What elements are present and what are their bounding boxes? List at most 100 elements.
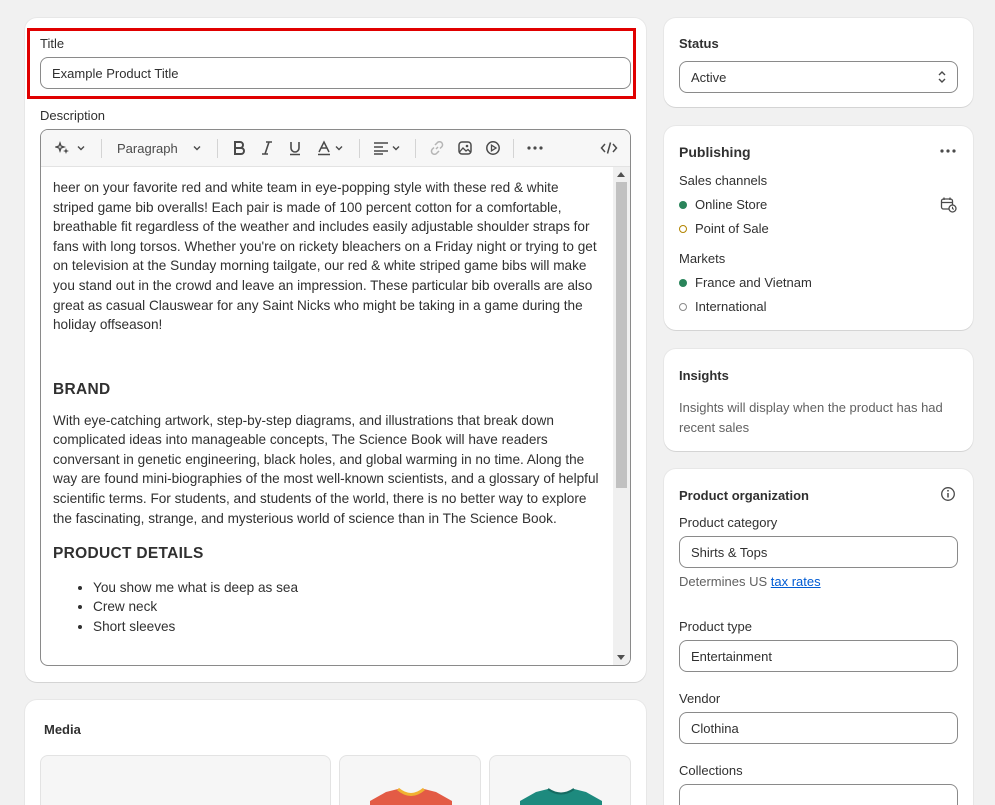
channel-point-of-sale: Point of Sale — [679, 221, 769, 236]
media-main-tile[interactable] — [40, 755, 331, 805]
pending-status-dot — [679, 224, 687, 233]
inactive-status-dot — [679, 302, 687, 311]
chevron-down-icon — [335, 146, 342, 151]
active-status-dot — [679, 278, 687, 287]
more-horizontal-icon — [527, 146, 543, 150]
brand-heading: BRAND — [53, 380, 111, 398]
more-formatting-button[interactable] — [523, 138, 547, 158]
chevron-down-icon — [77, 146, 84, 151]
publishing-title: Publishing — [679, 144, 751, 160]
market-france-vietnam: France and Vietnam — [679, 275, 812, 290]
product-type-input[interactable] — [679, 640, 958, 672]
tax-rates-link[interactable]: tax rates — [771, 574, 821, 589]
market-name: France and Vietnam — [695, 275, 812, 290]
teal-shirt-image — [520, 788, 602, 805]
insights-title: Insights — [679, 368, 729, 383]
editor-scrollbar[interactable] — [613, 167, 630, 665]
paragraph-format-label: Paragraph — [117, 140, 178, 156]
code-icon — [600, 142, 618, 154]
channel-online-store: Online Store — [679, 197, 767, 212]
product-details-heading: PRODUCT DETAILS — [53, 545, 204, 563]
brand-paragraph: With eye-catching artwork, step-by-step … — [53, 412, 599, 526]
collections-input[interactable] — [679, 784, 958, 805]
active-status-dot — [679, 200, 687, 209]
title-label: Title — [40, 36, 65, 51]
product-organization-title: Product organization — [679, 488, 809, 503]
red-shirt-image — [370, 787, 452, 805]
title-input[interactable] — [40, 57, 631, 89]
collections-label: Collections — [679, 763, 743, 778]
insert-link-button[interactable] — [427, 138, 447, 158]
bold-icon — [234, 141, 245, 155]
description-label: Description — [40, 108, 106, 123]
markets-label: Markets — [679, 251, 726, 266]
toolbar-divider — [415, 139, 416, 158]
market-name: International — [695, 299, 767, 314]
editor-content[interactable]: heer on your favorite red and white team… — [41, 167, 614, 665]
text-color-icon — [317, 140, 330, 156]
sales-channels-label: Sales channels — [679, 173, 768, 188]
publishing-card: Publishing Sales channels Online Store P… — [664, 126, 973, 330]
bold-button[interactable] — [229, 138, 249, 158]
category-help-prefix: Determines US — [679, 574, 771, 589]
toolbar-divider — [217, 139, 218, 158]
product-details-list: You show me what is deep as sea Crew nec… — [53, 578, 602, 637]
empty-line — [53, 335, 602, 355]
insert-image-button[interactable] — [455, 138, 475, 158]
vendor-label: Vendor — [679, 691, 721, 706]
paragraph-format-select[interactable]: Paragraph — [117, 138, 207, 158]
channel-name: Point of Sale — [695, 221, 769, 236]
product-category-label: Product category — [679, 515, 778, 530]
toolbar-divider — [359, 139, 360, 158]
list-item: You show me what is deep as sea — [93, 578, 602, 598]
media-card: Media — [25, 700, 646, 805]
product-details-card: Title Description Paragraph — [25, 18, 646, 682]
channel-name: Online Store — [695, 197, 768, 212]
description-editor: Paragraph heer on your favorite red and … — [40, 129, 631, 666]
status-select[interactable]: Active — [679, 61, 958, 93]
italic-icon — [262, 141, 272, 155]
media-thumbnail[interactable] — [489, 755, 631, 805]
underline-button[interactable] — [285, 138, 305, 158]
italic-button[interactable] — [257, 138, 277, 158]
editor-toolbar: Paragraph — [41, 130, 630, 167]
media-thumbnail[interactable] — [339, 755, 481, 805]
product-category-input[interactable] — [679, 536, 958, 568]
underline-icon — [290, 142, 300, 156]
more-horizontal-icon[interactable] — [940, 149, 956, 153]
chevron-down-icon — [392, 146, 400, 151]
text-color-button[interactable] — [313, 138, 347, 158]
play-circle-icon — [486, 141, 500, 155]
calendar-schedule-icon[interactable] — [940, 196, 957, 213]
toolbar-divider — [513, 139, 514, 158]
status-value: Active — [691, 69, 727, 85]
status-title: Status — [679, 36, 719, 51]
scrollbar-thumb[interactable] — [616, 182, 627, 488]
insights-text: Insights will display when the product h… — [679, 400, 943, 435]
info-icon[interactable] — [940, 486, 956, 502]
product-type-label: Product type — [679, 619, 752, 634]
ai-magic-button[interactable] — [51, 138, 89, 158]
html-code-view-button[interactable] — [599, 138, 619, 158]
status-card: Status Active — [664, 18, 973, 107]
market-international: International — [679, 299, 767, 314]
list-item: Crew neck — [93, 597, 602, 617]
scroll-up-arrow[interactable] — [617, 172, 625, 177]
alignment-button[interactable] — [371, 138, 403, 158]
vendor-input[interactable] — [679, 712, 958, 744]
chevron-down-icon — [193, 146, 201, 151]
empty-line — [53, 354, 602, 374]
product-organization-card: Product organization Product category De… — [664, 469, 973, 805]
toolbar-divider — [101, 139, 102, 158]
align-left-icon — [374, 142, 388, 155]
scroll-down-arrow[interactable] — [617, 655, 625, 660]
insights-card: Insights Insights will display when the … — [664, 349, 973, 451]
select-chevrons-icon — [938, 71, 946, 83]
insert-video-button[interactable] — [483, 138, 503, 158]
image-icon — [458, 141, 472, 155]
list-item: Short sleeves — [93, 617, 602, 637]
sparkle-icon — [54, 140, 69, 154]
description-paragraph: heer on your favorite red and white team… — [53, 180, 597, 333]
media-title: Media — [44, 722, 81, 737]
category-help-text: Determines US tax rates — [679, 574, 821, 589]
